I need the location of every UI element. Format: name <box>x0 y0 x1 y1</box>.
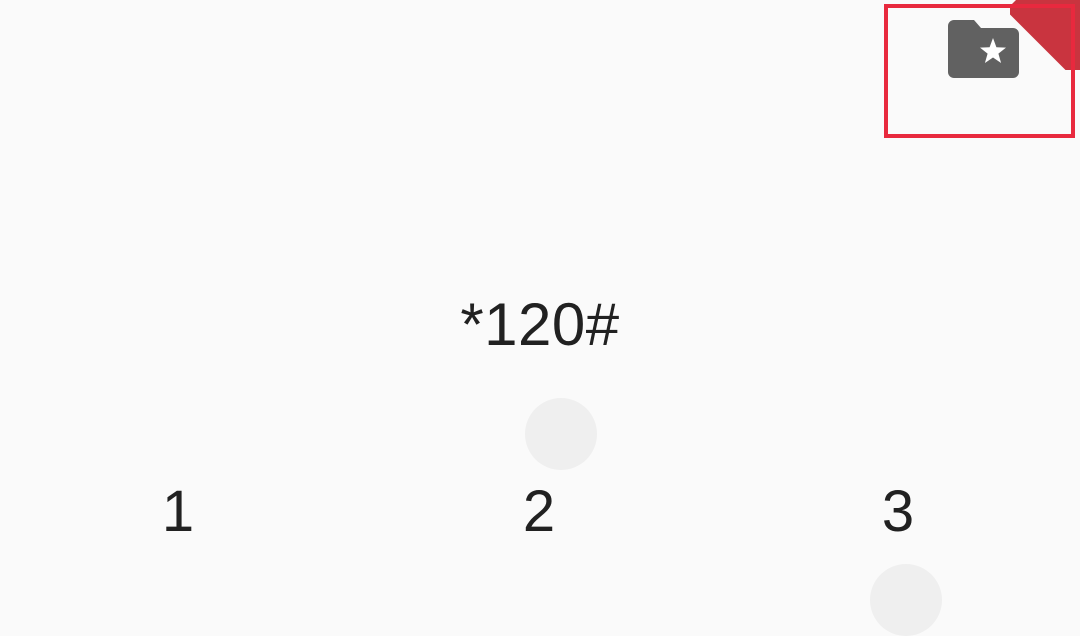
key-ripple <box>525 398 597 470</box>
keypad-key-1[interactable]: 1 <box>108 472 248 552</box>
key-ripple <box>870 564 942 636</box>
folder-star-icon[interactable] <box>948 20 1019 78</box>
keypad-key-2[interactable]: 2 <box>469 472 609 552</box>
keypad-key-3[interactable]: 3 <box>828 472 968 552</box>
dialed-number: *120# <box>460 291 620 358</box>
